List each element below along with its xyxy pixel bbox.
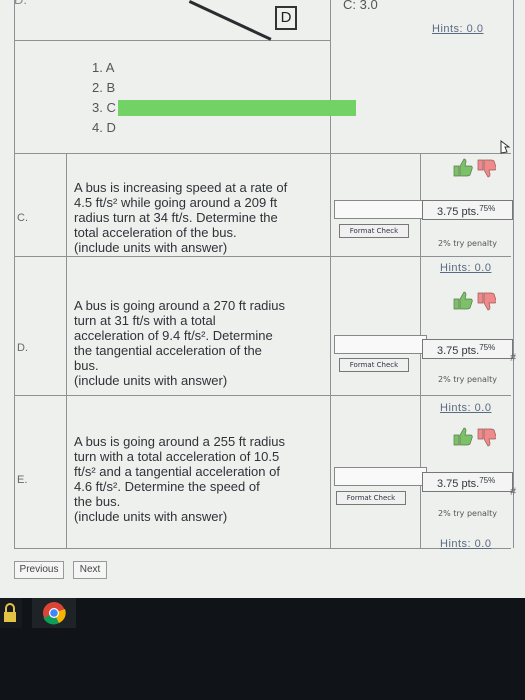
choice-highlight (118, 100, 356, 116)
choice-item[interactable]: 4. D (92, 118, 332, 138)
table-border-right (513, 0, 514, 548)
row-divider-bottom (14, 548, 511, 549)
question-text: A bus is increasing speed at a rate of 4… (74, 180, 288, 255)
question-letter-cut: D. (14, 0, 27, 7)
choice-item[interactable]: 1. A (92, 58, 332, 78)
quiz-page: D. D C: 3.0 Hints: 0.0 1. A 2. B 3. C 4.… (0, 0, 525, 598)
try-penalty: 2% try penalty (438, 239, 498, 248)
taskbar (0, 598, 525, 700)
question-letter: D. (17, 342, 28, 354)
chrome-taskbar-button[interactable] (32, 598, 76, 628)
hash-mark: # (510, 352, 517, 364)
answer-input[interactable] (334, 467, 427, 486)
question-text: A bus is going around a 270 ft radius tu… (74, 298, 286, 388)
diagram-arrow (188, 0, 272, 41)
rating-icons (452, 156, 497, 183)
row-divider-top (14, 40, 330, 41)
choice-item[interactable]: 2. B (92, 78, 332, 98)
rating-icons (452, 425, 497, 452)
thumbs-up-icon[interactable] (453, 291, 473, 310)
next-button[interactable]: Next (73, 561, 107, 579)
choice-list: 1. A 2. B 3. C 4. D (92, 58, 356, 138)
table-border-left (14, 0, 15, 548)
question-letter: C. (17, 212, 28, 224)
thumbs-down-icon[interactable] (477, 292, 497, 311)
points-value: 3.75 pts.75% (437, 204, 496, 218)
answer-input[interactable] (334, 200, 427, 219)
format-check-button[interactable]: Format Check (339, 224, 409, 238)
rating-icons (452, 289, 497, 316)
thumbs-down-icon[interactable] (477, 159, 497, 178)
selected-choice-box: D (275, 6, 297, 30)
hints-link[interactable]: Hints: 0.0 (440, 262, 491, 274)
correct-answer-text: C: 3.0 (343, 0, 378, 12)
points-value: 3.75 pts.75% (437, 476, 496, 490)
row-divider-c (14, 153, 511, 154)
previous-button[interactable]: Previous (14, 561, 64, 579)
choice-item-highlighted[interactable]: 3. C (92, 98, 356, 118)
thumbs-down-icon[interactable] (477, 428, 497, 447)
cursor-icon (500, 140, 511, 154)
lock-icon (4, 603, 16, 622)
format-check-button[interactable]: Format Check (339, 358, 409, 372)
try-penalty: 2% try penalty (438, 375, 498, 384)
chrome-icon (43, 602, 66, 625)
thumbs-up-icon[interactable] (453, 427, 473, 446)
hints-link[interactable]: Hints: 0.0 (440, 538, 491, 550)
hints-link-top[interactable]: Hints: 0.0 (432, 23, 483, 35)
lock-taskbar-button[interactable] (0, 598, 22, 628)
try-penalty: 2% try penalty (438, 509, 498, 518)
format-check-button[interactable]: Format Check (336, 491, 406, 505)
points-value: 3.75 pts.75% (437, 343, 496, 357)
row-divider-d (14, 256, 511, 257)
row-divider-e (14, 395, 511, 396)
answer-input[interactable] (334, 335, 427, 354)
hints-link[interactable]: Hints: 0.0 (440, 402, 491, 414)
question-text: A bus is going around a 255 ft radius tu… (74, 434, 286, 524)
question-letter: E. (17, 474, 28, 486)
table-col-divider-1 (66, 153, 67, 548)
hash-mark: # (510, 486, 517, 498)
thumbs-up-icon[interactable] (453, 158, 473, 177)
